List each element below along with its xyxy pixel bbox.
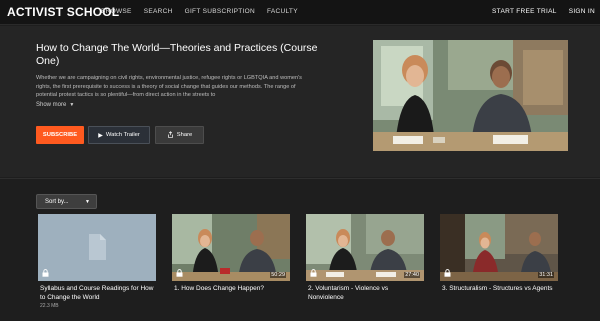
play-icon: ▶ <box>98 132 103 139</box>
nav-gift-subscription[interactable]: GIFT SUBSCRIPTION <box>185 8 255 15</box>
nav-right: START FREE TRIAL SIGN IN <box>480 8 595 15</box>
lock-icon <box>42 269 49 277</box>
card-meta: 22.3 MB <box>40 303 59 309</box>
start-free-trial-link[interactable]: START FREE TRIAL <box>492 8 557 15</box>
nav-search[interactable]: SEARCH <box>144 8 173 15</box>
list-item[interactable]: 31:31 3. Structuralism - Structures vs A… <box>440 214 558 293</box>
document-icon <box>89 234 106 260</box>
nav-links: BROWSE SEARCH GIFT SUBSCRIPTION FACULTY <box>101 8 310 15</box>
sort-label: Sort by... <box>45 198 69 205</box>
trailer-thumbnail[interactable] <box>373 40 568 151</box>
share-icon <box>167 130 174 140</box>
list-item[interactable]: 50:29 1. How Does Change Happen? <box>172 214 290 293</box>
top-nav: ACTIVIST SCHOOL BROWSE SEARCH GIFT SUBSC… <box>0 0 600 25</box>
lock-icon <box>310 269 317 277</box>
card-thumbnail[interactable] <box>38 214 156 281</box>
list-item[interactable]: 27:40 2. Voluntarism - Violence vs Nonvi… <box>306 214 424 302</box>
chevron-down-icon: ▼ <box>69 102 75 108</box>
card-thumbnail[interactable]: 31:31 <box>440 214 558 281</box>
sort-dropdown[interactable]: Sort by... ▼ <box>36 194 97 209</box>
watch-trailer-label: Watch Trailer <box>105 132 140 138</box>
nav-browse[interactable]: BROWSE <box>101 8 132 15</box>
card-title[interactable]: Syllabus and Course Readings for How to … <box>38 284 156 302</box>
show-more-toggle[interactable]: Show more ▼ <box>36 102 74 108</box>
card-thumbnail[interactable]: 50:29 <box>172 214 290 281</box>
chevron-down-icon: ▼ <box>85 199 90 205</box>
show-more-label: Show more <box>36 102 67 108</box>
duration-badge: 50:29 <box>270 272 286 278</box>
duration-badge: 31:31 <box>538 272 554 278</box>
card-title[interactable]: 1. How Does Change Happen? <box>172 284 290 293</box>
nav-faculty[interactable]: FACULTY <box>267 8 298 15</box>
share-label: Share <box>176 132 193 138</box>
list-item[interactable]: Syllabus and Course Readings for How to … <box>38 214 156 309</box>
subscribe-label: SUBSCRIBE <box>42 132 78 138</box>
course-hero: How to Change The World—Theories and Pra… <box>0 26 600 177</box>
section-divider <box>0 178 600 179</box>
lock-icon <box>176 269 183 277</box>
lock-icon <box>444 269 451 277</box>
watch-trailer-button[interactable]: ▶ Watch Trailer <box>88 126 150 144</box>
course-description: Whether we are campaigning on civil righ… <box>36 75 302 98</box>
duration-badge: 27:40 <box>404 272 420 278</box>
course-title: How to Change The World—Theories and Pra… <box>36 42 318 67</box>
card-title[interactable]: 2. Voluntarism - Violence vs Nonviolence <box>306 284 424 302</box>
card-title[interactable]: 3. Structuralism - Structures vs Agents <box>440 284 558 293</box>
card-thumbnail[interactable]: 27:40 <box>306 214 424 281</box>
share-button[interactable]: Share <box>155 126 204 144</box>
subscribe-button[interactable]: SUBSCRIBE <box>36 126 84 144</box>
sign-in-link[interactable]: SIGN IN <box>569 8 595 15</box>
